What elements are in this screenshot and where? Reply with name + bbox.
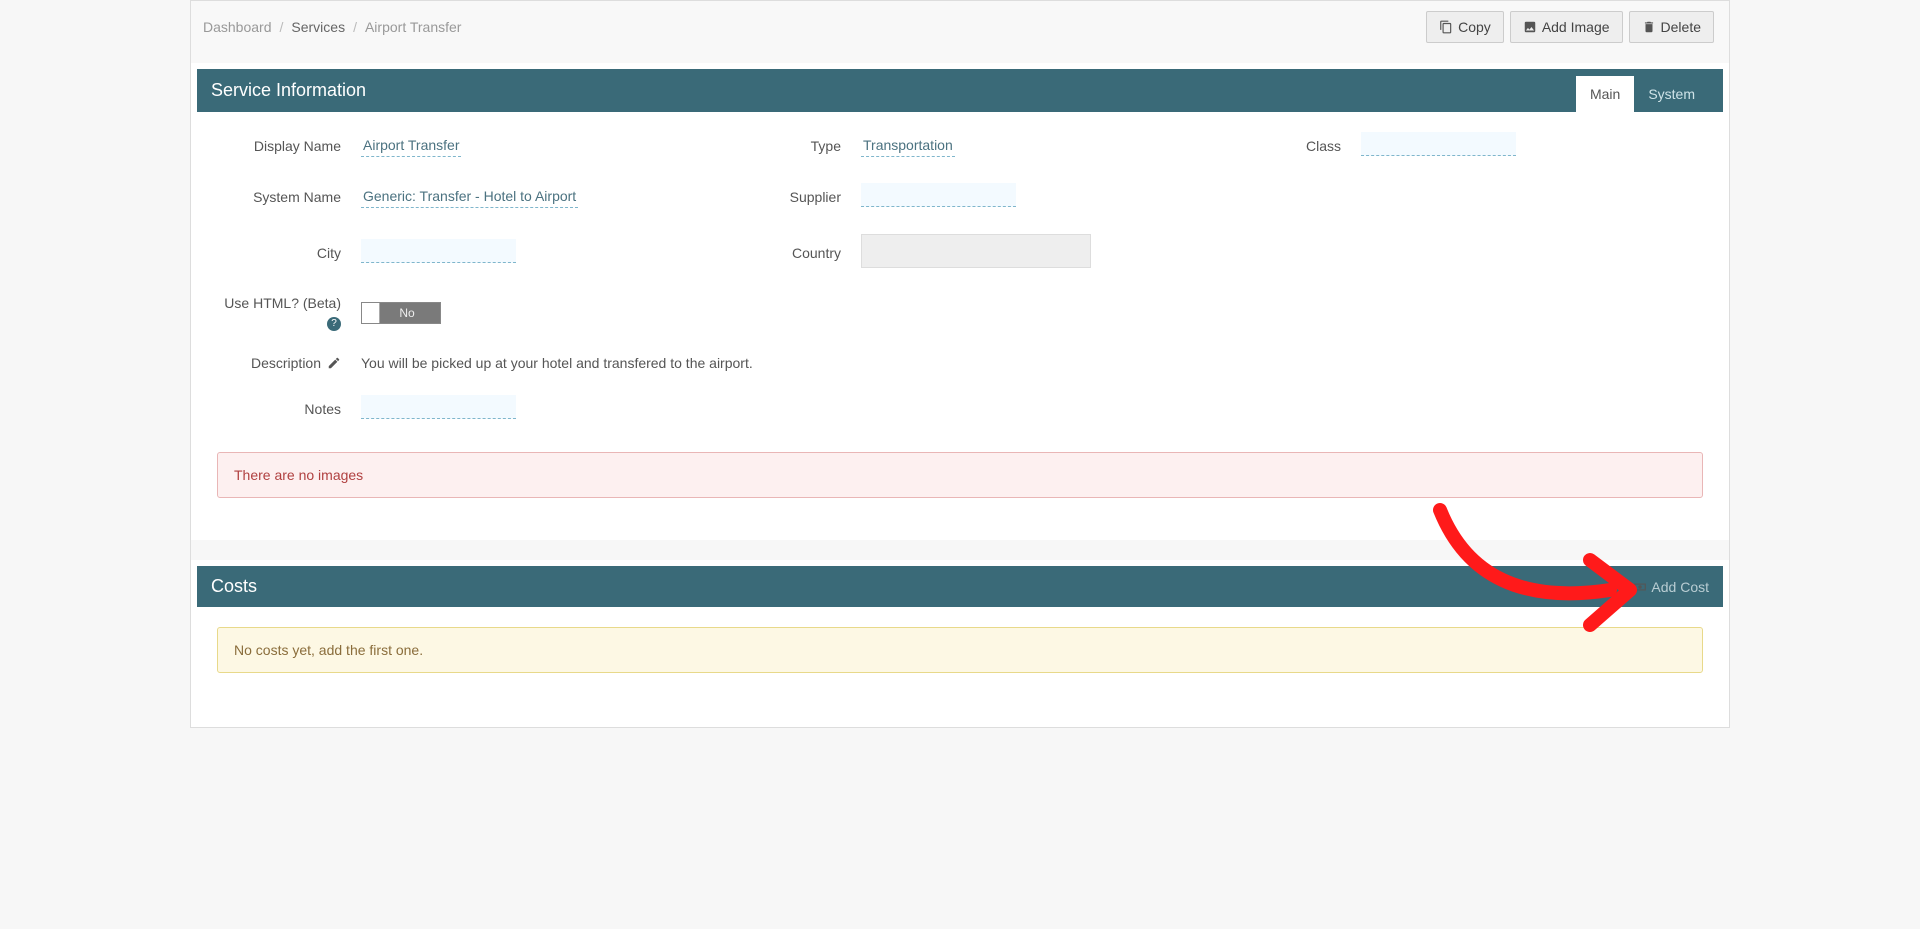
type-label: Type bbox=[717, 138, 847, 154]
breadcrumb-services[interactable]: Services bbox=[291, 19, 345, 35]
display-name-label: Display Name bbox=[217, 138, 347, 154]
description-value[interactable]: You will be picked up at your hotel and … bbox=[361, 355, 753, 371]
service-info-title: Service Information bbox=[211, 80, 366, 101]
city-label: City bbox=[217, 245, 347, 261]
edit-icon[interactable] bbox=[327, 356, 341, 370]
breadcrumb-current: Airport Transfer bbox=[365, 19, 461, 35]
use-html-label: Use HTML? (Beta) ? bbox=[217, 295, 347, 331]
supplier-label: Supplier bbox=[717, 189, 847, 205]
service-info-body: Display Name Airport Transfer Type Trans… bbox=[197, 112, 1723, 526]
add-image-button-label: Add Image bbox=[1542, 19, 1610, 35]
costs-body: No costs yet, add the first one. bbox=[197, 607, 1723, 713]
description-label: Description bbox=[217, 355, 347, 371]
breadcrumb: Dashboard / Services / Airport Transfer bbox=[203, 19, 461, 35]
breadcrumb-separator: / bbox=[353, 19, 357, 35]
breadcrumb-dashboard[interactable]: Dashboard bbox=[203, 19, 272, 35]
money-icon bbox=[1633, 580, 1647, 594]
display-name-value[interactable]: Airport Transfer bbox=[361, 135, 461, 157]
costs-header: Costs Add Cost bbox=[197, 566, 1723, 607]
system-name-label: System Name bbox=[217, 189, 347, 205]
service-info-header: Service Information Main System bbox=[197, 69, 1723, 112]
notes-value[interactable] bbox=[361, 395, 516, 419]
use-html-toggle-label: No bbox=[399, 306, 414, 320]
tab-main[interactable]: Main bbox=[1576, 76, 1634, 112]
use-html-toggle[interactable]: No bbox=[361, 302, 441, 324]
add-cost-label: Add Cost bbox=[1651, 579, 1709, 595]
delete-button[interactable]: Delete bbox=[1629, 11, 1714, 43]
tab-system[interactable]: System bbox=[1634, 76, 1709, 112]
delete-button-label: Delete bbox=[1661, 19, 1701, 35]
no-costs-alert: No costs yet, add the first one. bbox=[217, 627, 1703, 673]
system-name-value[interactable]: Generic: Transfer - Hotel to Airport bbox=[361, 186, 578, 208]
copy-button[interactable]: Copy bbox=[1426, 11, 1504, 43]
add-cost-button[interactable]: Add Cost bbox=[1633, 579, 1709, 595]
city-value[interactable] bbox=[361, 239, 516, 263]
top-bar: Dashboard / Services / Airport Transfer … bbox=[191, 1, 1729, 63]
country-value bbox=[861, 234, 1091, 268]
costs-panel: Costs Add Cost No costs yet, add the fir… bbox=[197, 566, 1723, 713]
no-images-alert: There are no images bbox=[217, 452, 1703, 498]
supplier-value[interactable] bbox=[861, 183, 1016, 207]
breadcrumb-separator: / bbox=[280, 19, 284, 35]
copy-button-label: Copy bbox=[1458, 19, 1491, 35]
image-icon bbox=[1523, 20, 1537, 34]
trash-icon bbox=[1642, 20, 1656, 34]
service-info-tabs: Main System bbox=[1576, 76, 1709, 112]
class-label: Class bbox=[1217, 138, 1347, 154]
notes-label: Notes bbox=[217, 401, 347, 417]
add-image-button[interactable]: Add Image bbox=[1510, 11, 1623, 43]
class-value[interactable] bbox=[1361, 132, 1516, 156]
country-label: Country bbox=[717, 245, 847, 261]
copy-icon bbox=[1439, 20, 1453, 34]
help-icon[interactable]: ? bbox=[327, 317, 341, 331]
costs-title: Costs bbox=[211, 576, 257, 597]
toolbar: Copy Add Image Delete bbox=[1426, 11, 1714, 43]
type-value[interactable]: Transportation bbox=[861, 135, 955, 157]
service-info-panel: Service Information Main System Display … bbox=[197, 69, 1723, 526]
